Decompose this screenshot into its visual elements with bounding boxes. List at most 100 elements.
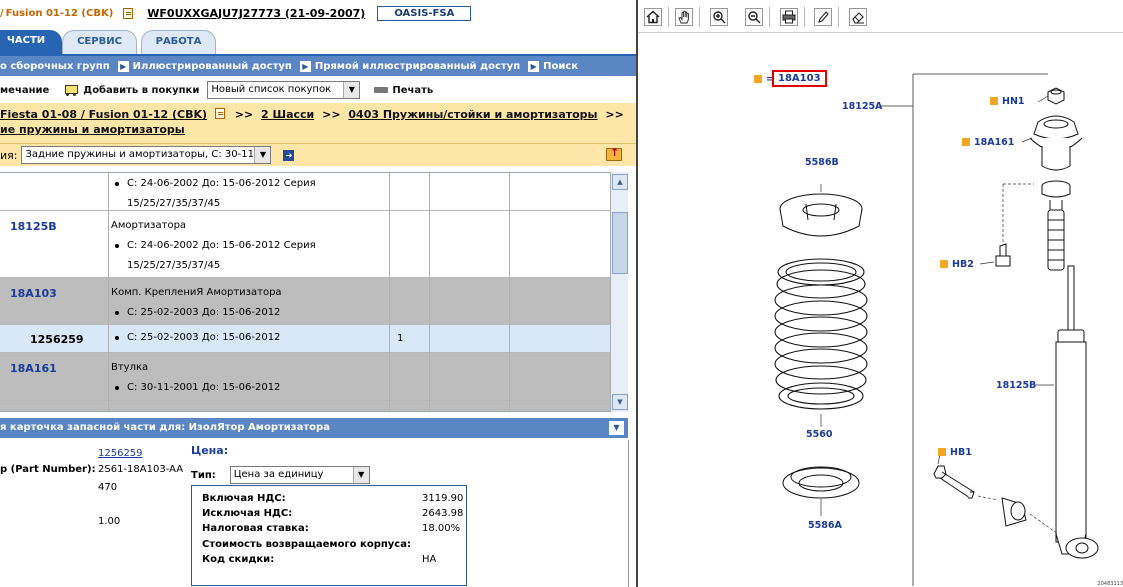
app-window: / Fusion 01-12 (CBK) WF0UXXGAJU7J27773 (2… [0, 0, 1123, 587]
breadcrumb-sep: >> [605, 108, 624, 121]
document-icon[interactable] [123, 7, 134, 19]
vehicle-title: / Fusion 01-12 (CBK) [0, 8, 113, 19]
callout-hn1[interactable]: HN1 [990, 96, 1025, 107]
diagram-drawing [774, 73, 1099, 586]
highlight-marker-icon [990, 97, 998, 105]
highlight-marker-icon [938, 448, 946, 456]
callout-label: 5586A [808, 520, 842, 531]
detail-value: 1.00 [98, 516, 121, 527]
table-scrollbar[interactable]: ▲ ▼ [610, 172, 628, 412]
print-icon[interactable] [780, 8, 798, 26]
access-navbar: о сборочных групп ▶ Иллюстрированный дост… [0, 56, 636, 76]
shopping-list-select[interactable]: Новый список покупок ▼ [207, 81, 361, 99]
price-type-select[interactable]: Цена за единицу ▼ [229, 466, 370, 484]
part-code-link[interactable]: 18A103 [10, 287, 57, 300]
price-row-value: 3119.90 [422, 493, 464, 504]
home-icon[interactable] [644, 8, 662, 26]
price-row-label: Исключая НДС: [202, 508, 293, 519]
detail-value: 470 [98, 482, 118, 493]
top-mount-18a161 [1029, 115, 1083, 171]
nav-search[interactable]: ▶ Поиск [528, 60, 579, 72]
nav-illustrated-access[interactable]: ▶ Иллюстрированный доступ [117, 60, 292, 72]
nav-assembly-groups[interactable]: о сборочных групп [0, 61, 110, 72]
vin-link[interactable]: WF0UXXGAJU7J27773 (21-09-2007) [147, 7, 365, 20]
zoom-out-icon[interactable] [745, 8, 763, 26]
scroll-up-icon[interactable]: ▲ [612, 174, 628, 190]
nav-direct-illustrated-access[interactable]: ▶ Прямой иллюстрированный доступ [299, 60, 521, 72]
callout-18a161[interactable]: 18A161 [962, 137, 1014, 148]
illustration-select[interactable]: Задние пружины и амортизаторы, С: 30-11-… [21, 146, 272, 164]
part-number-link[interactable]: 1256259 [98, 448, 143, 459]
breadcrumb-model-link[interactable]: Fiesta 01-08 / Fusion 01-12 (CBK) [0, 108, 207, 121]
table-row[interactable]: 18A103 Комп. КреплениЯ Амортизатора С: 2… [0, 278, 610, 325]
scroll-down-icon[interactable]: ▼ [612, 394, 628, 410]
callout-18125b[interactable]: 18125B [996, 380, 1036, 391]
nav-illustrated-label: Иллюстрированный доступ [132, 60, 292, 72]
table-row[interactable]: С: 24-06-2002 До: 15-06-2012 Серия 15/25… [0, 173, 610, 211]
nav-search-label: Поиск [543, 60, 579, 72]
highlight-marker-icon [962, 138, 970, 146]
tab-work[interactable]: РАБОТА [141, 30, 216, 54]
row-title: Амортизатора [111, 220, 187, 231]
callout-label: 18125A [842, 101, 883, 112]
row-desc: Втулка С: 30-11-2001 До: 15-06-2012 [111, 358, 280, 398]
table-row[interactable]: 18125B Амортизатора С: 24-06-2002 До: 15… [0, 211, 610, 278]
price-row-value: 18.00% [422, 523, 461, 534]
price-row-label: Код скидки: [202, 554, 275, 565]
go-arrow-icon[interactable]: ➜ [283, 149, 295, 161]
column-divider [509, 173, 510, 411]
bolt-hb1 [933, 465, 975, 499]
collapse-icon[interactable]: ▼ [609, 421, 624, 435]
part-code-link[interactable]: 18A161 [10, 362, 57, 375]
chevron-down-icon: ▼ [343, 82, 360, 98]
add-to-cart-button[interactable]: Добавить в покупки [63, 84, 199, 96]
zoom-in-icon[interactable] [710, 8, 728, 26]
callout-hb2[interactable]: HB2 [940, 259, 974, 270]
part-code-link[interactable]: 18125B [10, 220, 57, 233]
parts-toolbar: мечание Добавить в покупки Новый список … [0, 78, 636, 102]
legend-highlight-box[interactable]: 18A103 [772, 70, 827, 87]
price-title: Цена: [191, 444, 229, 457]
breadcrumb-chassis-link[interactable]: 2 Шасси [261, 108, 314, 121]
row-title: Втулка [111, 362, 149, 373]
spring-seat-bottom [782, 466, 860, 499]
legend-marker: = [754, 74, 774, 85]
pan-hand-icon[interactable] [675, 8, 693, 26]
callout-18125a[interactable]: 18125A [842, 101, 882, 112]
row-date-line: С: 24-06-2002 До: 15-06-2012 Серия [111, 236, 316, 256]
arrow-right-icon: ▶ [528, 60, 540, 72]
eraser-icon[interactable] [849, 8, 867, 26]
main-tabs: ЧАСТИ СЕРВИС РАБОТА [0, 30, 636, 54]
nav-direct-illustrated-label: Прямой иллюстрированный доступ [314, 60, 521, 72]
tab-parts[interactable]: ЧАСТИ [0, 30, 62, 54]
callout-5586b[interactable]: 5586B [805, 157, 839, 168]
note-button[interactable]: мечание [0, 85, 49, 96]
spring-seat-top [779, 193, 863, 237]
breadcrumb-springs-link[interactable]: 0403 Пружины/стойки и амортизаторы [348, 108, 597, 121]
print-button[interactable]: Печать [374, 84, 433, 98]
callout-hb1[interactable]: HB1 [938, 447, 972, 458]
scroll-thumb[interactable] [612, 212, 628, 274]
vehicle-title-text: Fusion 01-12 (CBK) [5, 7, 114, 19]
illustration-filter-bar: ия: Задние пружины и амортизаторы, С: 30… [0, 144, 636, 166]
filter-label: ия: [0, 148, 18, 162]
document-icon[interactable] [214, 108, 225, 119]
callout-label: 5560 [806, 429, 833, 440]
breadcrumb-current[interactable]: ие пружины и амортизаторы [0, 123, 185, 136]
part-card-header: я карточка запасной части для: ИзолЯтор … [0, 418, 628, 438]
vehicle-header: / Fusion 01-12 (CBK) WF0UXXGAJU7J27773 (2… [0, 0, 636, 26]
price-row-value: 2643.98 [422, 508, 464, 519]
oasis-fsa-button[interactable]: OASIS-FSA [377, 5, 472, 21]
pencil-icon[interactable] [814, 8, 832, 26]
exploded-diagram[interactable]: = 18A103 18125A HN1 18A161 5586B HB2 181… [638, 34, 1123, 587]
table-row[interactable] [0, 401, 610, 411]
viewer-toolbar [638, 0, 1123, 33]
callout-5586a[interactable]: 5586A [808, 520, 842, 531]
tab-service[interactable]: СЕРВИС [62, 30, 137, 54]
printer-icon [374, 84, 389, 98]
folder-up-icon[interactable] [606, 146, 622, 161]
table-row-selected[interactable]: 1256259 С: 25-02-2003 До: 15-06-2012 1 [0, 325, 610, 353]
callout-5560[interactable]: 5560 [806, 429, 832, 440]
price-box: Включая НДС: 3119.90 Исключая НДС: 2643.… [191, 485, 467, 586]
table-row[interactable]: 18A161 Втулка С: 30-11-2001 До: 15-06-20… [0, 353, 610, 401]
